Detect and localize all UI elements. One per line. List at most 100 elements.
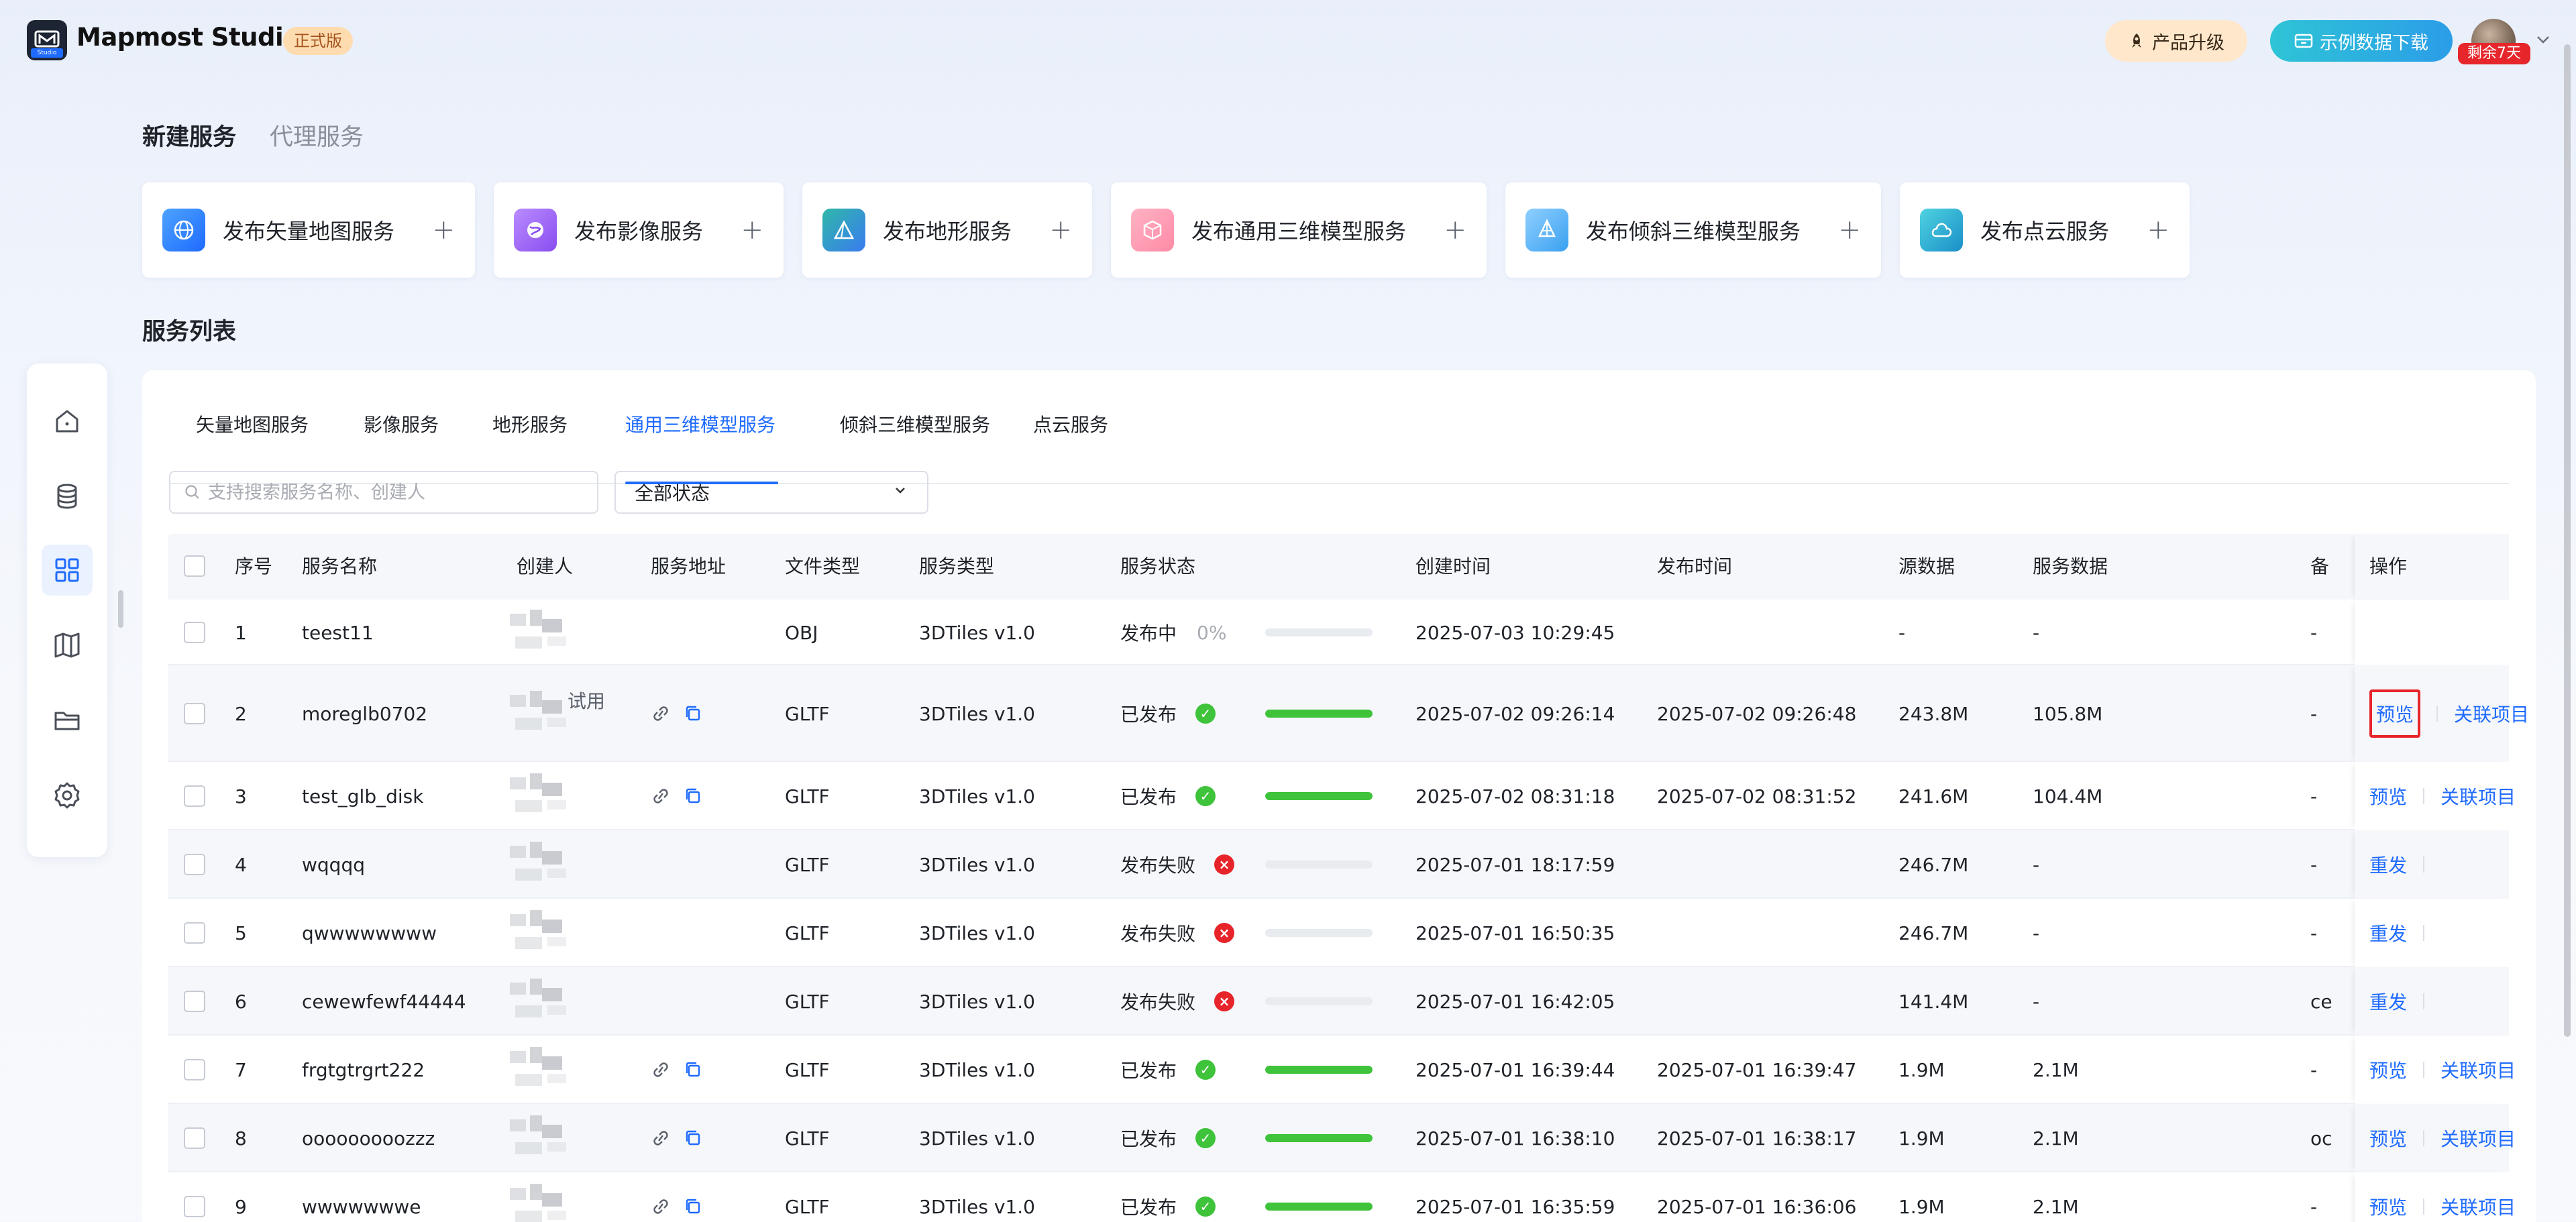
table-row[interactable]: 5 qwwwwwwww GLTF 3DTiles v1.0 发布失败 × 2025-07-… xyxy=(168,899,2509,967)
search-input[interactable] xyxy=(208,482,584,503)
preview-link[interactable]: 预览 xyxy=(2369,1125,2407,1152)
link-project-link[interactable]: 关联项目 xyxy=(2440,783,2516,810)
publish-oblique-3d-card[interactable]: 发布倾斜三维模型服务 + xyxy=(1505,182,1881,278)
sidebar-resize-handle[interactable] xyxy=(118,590,123,628)
link-project-link[interactable]: 关联项目 xyxy=(2440,1193,2516,1220)
copy-icon[interactable] xyxy=(683,1128,703,1148)
copy-icon[interactable] xyxy=(683,1060,703,1080)
service-status: 发布中 0% xyxy=(1120,600,1226,665)
row-index: 4 xyxy=(235,853,247,876)
action-separator xyxy=(2423,856,2425,873)
remark: - xyxy=(2310,1195,2318,1218)
table-row[interactable]: 1 teest11 OBJ 3DTiles v1.0 发布中 0% 2025-07-03 … xyxy=(168,600,2509,665)
row-checkbox[interactable] xyxy=(184,703,205,724)
copy-icon[interactable] xyxy=(683,704,703,724)
service-data-size: 2.1M xyxy=(2033,1127,2079,1150)
row-actions-group: 重发 xyxy=(2369,899,2440,967)
link-icon[interactable] xyxy=(651,1197,671,1217)
link-project-link[interactable]: 关联项目 xyxy=(2440,1125,2516,1152)
copy-icon[interactable] xyxy=(683,1197,703,1217)
link-icon[interactable] xyxy=(651,1128,671,1148)
table-row[interactable]: 7 frgtgtrgrt222 GLTF 3DTiles v1.0 已发布 ✓ 2025-… xyxy=(168,1036,2516,1104)
row-checkbox[interactable] xyxy=(184,1059,205,1080)
republish-link[interactable]: 重发 xyxy=(2369,920,2407,946)
upgrade-label: 产品升级 xyxy=(2152,32,2224,54)
tab-imagery[interactable]: 影像服务 xyxy=(364,410,439,437)
preview-link[interactable]: 预览 xyxy=(2369,689,2421,738)
table-row[interactable]: 9 wwwwwwwe GLTF 3DTiles v1.0 已发布 ✓ 2025-07-01… xyxy=(168,1172,2516,1222)
edition-badge: 正式版 xyxy=(283,27,353,55)
link-icon[interactable] xyxy=(651,786,671,806)
link-project-link[interactable]: 关联项目 xyxy=(2440,1056,2516,1083)
row-checkbox[interactable] xyxy=(184,785,205,807)
row-checkbox[interactable] xyxy=(184,1196,205,1217)
service-name: test_glb_disk xyxy=(302,785,424,808)
preview-link[interactable]: 预览 xyxy=(2369,783,2407,810)
created-time: 2025-07-01 16:35:59 xyxy=(1415,1195,1615,1218)
search-box[interactable] xyxy=(169,471,598,514)
table-row[interactable]: 8 ooooooooozzz GLTF 3DTiles v1.0 已发布 ✓ 2025-0… xyxy=(168,1104,2516,1172)
tab-vector-map[interactable]: 矢量地图服务 xyxy=(196,410,309,437)
tab-proxy-service[interactable]: 代理服务 xyxy=(270,118,364,152)
tab-new-service[interactable]: 新建服务 xyxy=(142,118,236,152)
service-name: moreglb0702 xyxy=(302,702,428,725)
status-text: 已发布 xyxy=(1120,1197,1177,1219)
row-checkbox[interactable] xyxy=(184,854,205,875)
republish-link[interactable]: 重发 xyxy=(2369,988,2407,1015)
tab-point-cloud[interactable]: 点云服务 xyxy=(1033,410,1108,437)
col-name: 服务名称 xyxy=(302,555,378,577)
table-row[interactable]: 6 cewewfewf44444 GLTF 3DTiles v1.0 发布失败 × 202… xyxy=(168,967,2509,1036)
tab-oblique-3d[interactable]: 倾斜三维模型服务 xyxy=(840,410,990,437)
table-row[interactable]: 4 wqqqq GLTF 3DTiles v1.0 发布失败 × 2025-07-01 1… xyxy=(168,830,2509,899)
source-data-size: 1.9M xyxy=(1898,1195,1945,1218)
sidebar-item-maps[interactable] xyxy=(42,620,93,671)
row-checkbox[interactable] xyxy=(184,1127,205,1149)
tab-general-3d[interactable]: 通用三维模型服务 xyxy=(625,410,775,437)
remark: oc xyxy=(2310,1127,2332,1150)
published-time: 2025-07-01 16:36:06 xyxy=(1657,1195,1857,1218)
table-row[interactable]: 3 test_glb_disk GLTF 3DTiles v1.0 已发布 ✓ 2025-… xyxy=(168,762,2516,830)
link-icon[interactable] xyxy=(651,1060,671,1080)
sidebar-item-services[interactable] xyxy=(42,545,93,596)
publish-vector-map-card[interactable]: 发布矢量地图服务 + xyxy=(142,182,475,278)
row-index: 3 xyxy=(235,785,247,808)
tab-terrain[interactable]: 地形服务 xyxy=(492,410,568,437)
publish-point-cloud-card[interactable]: 发布点云服务 + xyxy=(1900,182,2190,278)
app-logo[interactable]: Studio xyxy=(27,20,67,60)
link-project-link[interactable]: 关联项目 xyxy=(2454,700,2529,727)
sidebar-item-data[interactable] xyxy=(42,471,93,522)
service-address-actions xyxy=(651,1172,703,1222)
copy-icon[interactable] xyxy=(683,786,703,806)
sidebar-item-home[interactable] xyxy=(42,396,93,447)
select-all-checkbox[interactable] xyxy=(184,555,205,577)
remark: - xyxy=(2310,1058,2318,1081)
link-icon[interactable] xyxy=(651,704,671,724)
check-circle-icon: ✓ xyxy=(1195,704,1216,724)
publish-progress-bar xyxy=(1265,1066,1373,1074)
publish-terrain-card[interactable]: 发布地形服务 + xyxy=(802,182,1092,278)
row-checkbox[interactable] xyxy=(184,622,205,643)
table-body: 1 teest11 OBJ 3DTiles v1.0 发布中 0% 2025-07-03 … xyxy=(168,600,2529,1222)
publish-progress-bar xyxy=(1265,997,1373,1005)
publish-general-3d-card[interactable]: 发布通用三维模型服务 + xyxy=(1111,182,1487,278)
chevron-down-icon[interactable] xyxy=(2534,31,2552,48)
status-filter-select[interactable]: 全部状态 xyxy=(614,471,928,514)
preview-link[interactable]: 预览 xyxy=(2369,1056,2407,1083)
row-checkbox[interactable] xyxy=(184,991,205,1012)
file-type: GLTF xyxy=(785,990,830,1013)
upgrade-button[interactable]: 产品升级 xyxy=(2105,20,2247,62)
table-row[interactable]: 2 moreglb0702 试用 GLTF 3DTiles v1.0 已发布 ✓ 2025… xyxy=(168,665,2529,762)
row-checkbox[interactable] xyxy=(184,922,205,944)
plus-icon: + xyxy=(1049,215,1072,245)
remark: - xyxy=(2310,922,2318,944)
sidebar-item-files[interactable] xyxy=(42,695,93,746)
row-actions: 预览 关联项目 xyxy=(2355,1172,2516,1222)
page-scrollbar[interactable] xyxy=(2564,44,2571,1037)
preview-link[interactable]: 预览 xyxy=(2369,1193,2407,1220)
status-text: 发布失败 xyxy=(1120,854,1196,877)
sidebar-item-settings[interactable] xyxy=(42,770,93,821)
publish-imagery-card[interactable]: 发布影像服务 + xyxy=(494,182,784,278)
republish-link[interactable]: 重发 xyxy=(2369,851,2407,878)
folder-icon xyxy=(54,712,80,730)
sample-data-download-button[interactable]: 示例数据下载 xyxy=(2270,20,2453,62)
